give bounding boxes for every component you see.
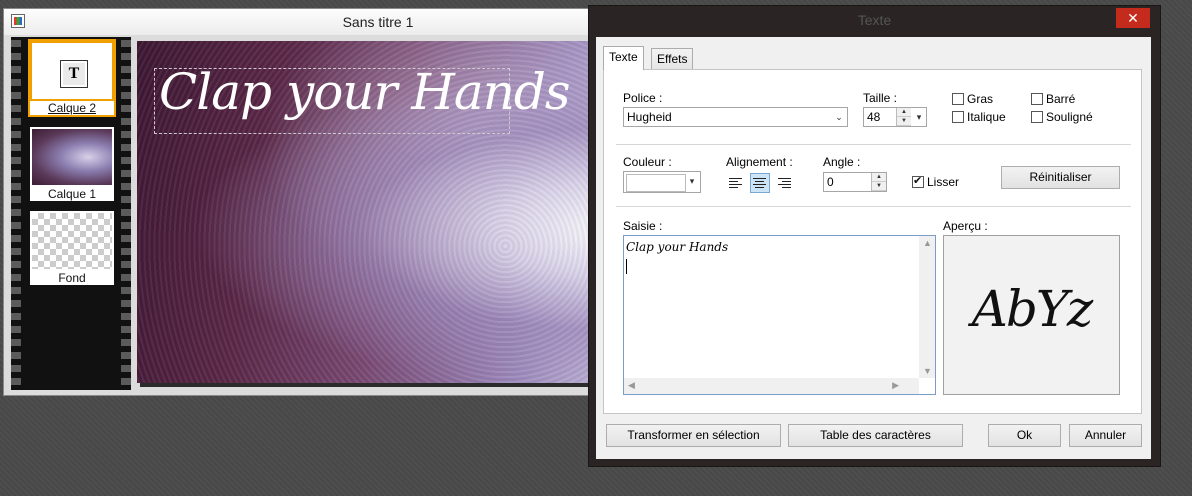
chevron-down-icon: ⌄: [835, 112, 843, 122]
layer-item-calque-1[interactable]: Calque 1: [30, 127, 114, 201]
separator: [616, 144, 1131, 145]
reinitialiser-button[interactable]: Réinitialiser: [1001, 166, 1120, 189]
font-select[interactable]: Hugheid ⌄: [623, 107, 848, 127]
tab-effets[interactable]: Effets: [651, 48, 694, 69]
text-caret: [626, 259, 627, 274]
couleur-label: Couleur :: [623, 155, 672, 169]
layer-thumbnail: [30, 211, 114, 271]
preview-text: AbYz: [971, 280, 1093, 338]
size-spinner[interactable]: ▲ ▼: [896, 108, 911, 126]
layer-thumbnail: [30, 127, 114, 187]
canvas-text: Clap your Hands: [159, 63, 571, 121]
chevron-down-icon: ▾: [689, 176, 695, 186]
ok-button[interactable]: Ok: [988, 424, 1061, 447]
angle-input[interactable]: 0 ▲ ▼: [823, 172, 887, 192]
preview-box: AbYz: [943, 235, 1120, 395]
align-left-icon[interactable]: [726, 173, 746, 193]
saisie-label: Saisie :: [623, 219, 663, 233]
horizontal-scrollbar[interactable]: ◀ ▶: [624, 378, 919, 394]
lisser-label: Lisser: [927, 175, 960, 189]
align-right-icon[interactable]: [774, 173, 794, 193]
angle-spinner[interactable]: ▲ ▼: [871, 173, 886, 191]
layer-label: Calque 1: [30, 187, 114, 201]
dialog-title: Texte: [857, 12, 892, 28]
text-entry-area[interactable]: Clap your Hands ▲ ▼ ◀ ▶: [623, 235, 936, 395]
text-entry-content: Clap your Hands: [626, 240, 729, 254]
chevron-down-icon: ▾: [916, 112, 922, 122]
angle-value: 0: [827, 175, 834, 189]
layer-item-calque-2[interactable]: T Calque 2: [28, 39, 116, 117]
gras-checkbox[interactable]: [952, 93, 964, 105]
layer-label: Fond: [30, 271, 114, 285]
size-value: 48: [867, 110, 881, 124]
film-sprockets-left: [11, 37, 21, 390]
vertical-scrollbar[interactable]: ▲ ▼: [919, 236, 935, 378]
table-caracteres-button[interactable]: Table des caractères: [788, 424, 963, 447]
annuler-button[interactable]: Annuler: [1069, 424, 1142, 447]
size-select[interactable]: 48 ▲ ▼ ▾: [863, 107, 927, 127]
layer-label: Calque 2: [30, 101, 114, 115]
dialog-body: Texte Effets Police : Hugheid ⌄ Taille :…: [596, 37, 1151, 459]
color-picker[interactable]: ▾: [623, 171, 701, 193]
souligne-checkbox[interactable]: [1031, 111, 1043, 123]
layer-item-fond[interactable]: Fond: [30, 211, 114, 285]
text-selection-box[interactable]: Clap your Hands: [154, 63, 571, 134]
souligne-label: Souligné: [1046, 110, 1093, 124]
barre-label: Barré: [1046, 92, 1076, 106]
taille-label: Taille :: [863, 91, 898, 105]
layers-panel: T Calque 2 Calque 1 Fond: [11, 37, 131, 390]
angle-label: Angle :: [823, 155, 861, 169]
italique-checkbox[interactable]: [952, 111, 964, 123]
tab-texte[interactable]: Texte: [603, 46, 644, 70]
police-label: Police :: [623, 91, 663, 105]
film-sprockets-right: [121, 37, 131, 390]
italique-label: Italique: [967, 110, 1006, 124]
layer-thumbnail: T: [30, 41, 114, 101]
alignement-label: Alignement :: [726, 155, 793, 169]
transformer-button[interactable]: Transformer en sélection: [606, 424, 781, 447]
text-dialog: Texte ✕ Texte Effets Police : Hugheid ⌄ …: [589, 6, 1160, 466]
lisser-checkbox[interactable]: [912, 174, 924, 188]
gras-label: Gras: [967, 92, 994, 106]
barre-checkbox[interactable]: [1031, 93, 1043, 105]
color-swatch: [626, 174, 686, 192]
close-icon[interactable]: ✕: [1116, 8, 1150, 28]
text-layer-icon: T: [60, 60, 88, 88]
separator: [616, 206, 1131, 207]
font-value: Hugheid: [627, 110, 672, 124]
tab-panel-texte: Police : Hugheid ⌄ Taille : 48 ▲ ▼ ▾ Gras…: [603, 69, 1142, 414]
apercu-label: Aperçu :: [943, 219, 988, 233]
align-center-icon[interactable]: [750, 173, 770, 193]
